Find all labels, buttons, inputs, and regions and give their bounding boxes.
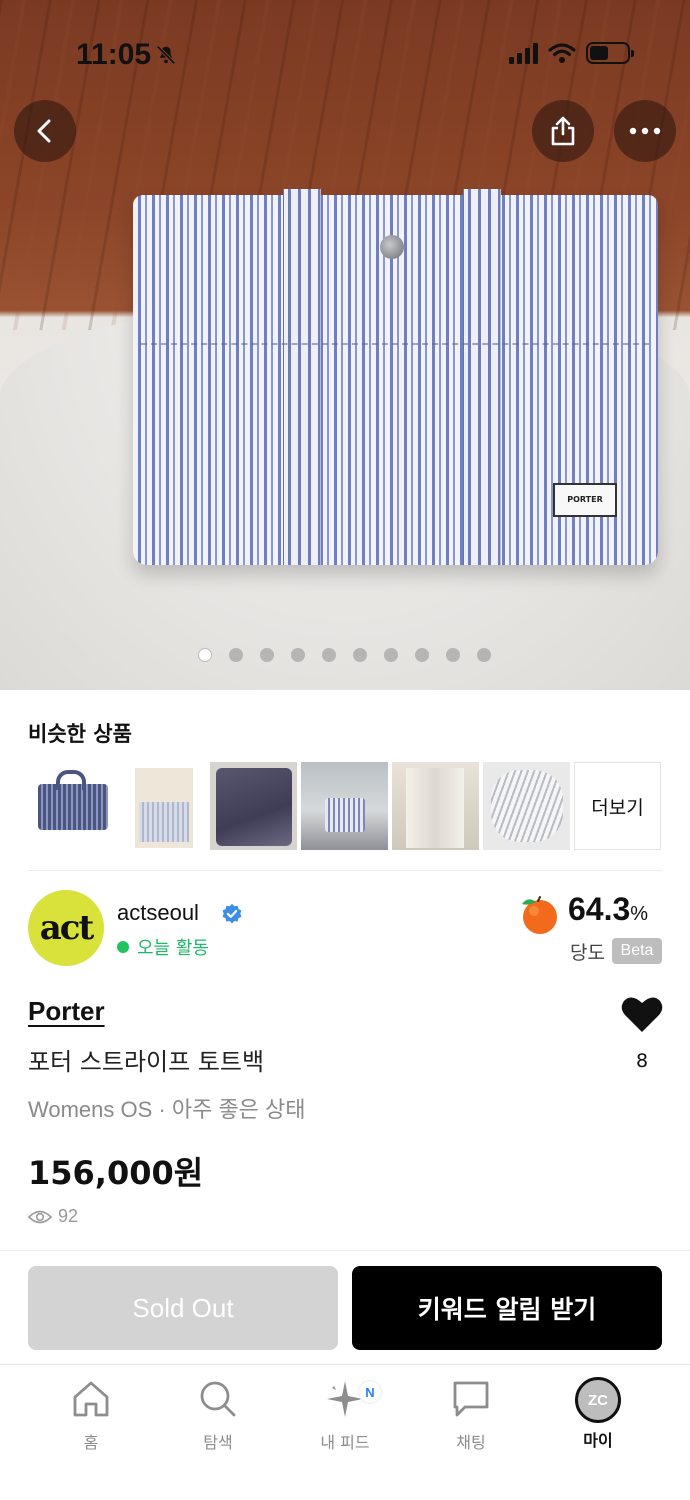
gallery-pagination	[198, 648, 491, 662]
more-dots-icon	[629, 127, 661, 135]
tab-home[interactable]: 홈	[41, 1377, 141, 1453]
like-count: 8	[635, 1050, 649, 1072]
search-icon	[200, 1381, 236, 1417]
similar-product-thumb[interactable]	[483, 762, 570, 850]
cellular-signal-icon	[509, 42, 538, 64]
divider	[0, 1250, 690, 1251]
verified-badge-icon	[222, 903, 242, 924]
divider	[28, 870, 662, 871]
similar-more-button[interactable]: 더보기	[574, 762, 661, 850]
more-options-button[interactable]	[614, 100, 676, 162]
share-icon	[551, 116, 575, 146]
pagination-dot[interactable]	[477, 648, 491, 662]
pagination-dot[interactable]	[384, 648, 398, 662]
similar-products-list: 더보기	[28, 762, 661, 850]
tab-label: 마이	[583, 1431, 613, 1450]
online-dot-icon	[117, 941, 129, 953]
sugar-score-value: 64.3	[568, 891, 631, 927]
tab-label: 탐색	[203, 1433, 233, 1452]
sugar-label: 당도	[570, 942, 605, 964]
view-count: 92	[28, 1206, 78, 1227]
similar-product-thumb[interactable]	[392, 762, 479, 850]
seller-name[interactable]: actseoul	[117, 900, 199, 926]
tab-label: 홈	[83, 1433, 99, 1452]
home-icon	[73, 1381, 109, 1417]
orange-fruit-icon	[522, 896, 557, 934]
pagination-dot[interactable]	[229, 648, 243, 662]
tote-bag-image: PORTER	[133, 189, 658, 565]
heart-icon[interactable]	[620, 994, 664, 1034]
sparkle-icon	[327, 1381, 363, 1417]
back-button[interactable]	[14, 100, 76, 162]
pagination-dot[interactable]	[446, 648, 460, 662]
similar-product-thumb[interactable]	[210, 762, 297, 850]
keyword-alert-button[interactable]: 키워드 알림 받기	[352, 1266, 662, 1350]
pagination-dot[interactable]	[415, 648, 429, 662]
pagination-dot[interactable]	[260, 648, 274, 662]
chevron-left-icon	[37, 119, 51, 143]
sugar-score: 64.3%	[568, 891, 648, 928]
beta-badge: Beta	[612, 938, 662, 964]
tab-my[interactable]: ZC 마이	[548, 1377, 648, 1451]
battery-icon	[586, 42, 634, 64]
view-count-value: 92	[58, 1206, 79, 1226]
bottom-tab-bar: 홈 탐색 N 내 피드 채팅 ZC 마이	[0, 1364, 690, 1500]
bag-strap	[283, 189, 321, 565]
similar-products-title: 비슷한 상품	[28, 722, 132, 746]
seller-activity-label: 오늘 활동	[137, 938, 209, 959]
avatar: ZC	[575, 1377, 621, 1423]
status-time: 11:05	[76, 38, 152, 71]
pagination-dot[interactable]	[353, 648, 367, 662]
share-button[interactable]	[532, 100, 594, 162]
tab-label: 채팅	[456, 1433, 486, 1452]
tab-chat[interactable]: 채팅	[421, 1377, 521, 1453]
sold-out-button[interactable]: Sold Out	[28, 1266, 338, 1350]
bell-off-icon	[156, 45, 176, 65]
similar-product-thumb[interactable]	[119, 762, 206, 850]
status-icons	[509, 42, 634, 64]
product-image-gallery[interactable]: PORTER 11:05	[0, 0, 690, 690]
tab-explore[interactable]: 탐색	[168, 1377, 268, 1453]
new-badge: N	[359, 1381, 381, 1403]
seller-activity-status: 오늘 활동	[117, 934, 209, 960]
chat-icon	[453, 1381, 489, 1417]
bag-strap	[463, 189, 501, 565]
product-title: 포터 스트라이프 토트백	[28, 1048, 265, 1076]
pagination-dot[interactable]	[291, 648, 305, 662]
similar-product-thumb[interactable]	[301, 762, 388, 850]
pagination-dot[interactable]	[322, 648, 336, 662]
tab-label: 내 피드	[320, 1433, 370, 1452]
bag-brand-label: PORTER	[553, 483, 617, 517]
sugar-score-unit: %	[630, 903, 649, 925]
bag-snap-button	[380, 235, 404, 259]
product-condition: Womens OS · 아주 좋은 상태	[28, 1097, 306, 1122]
pagination-dot[interactable]	[198, 648, 212, 662]
similar-product-thumb[interactable]	[28, 762, 115, 850]
tab-my-feed[interactable]: N 내 피드	[295, 1377, 395, 1453]
product-price: 156,000원	[28, 1154, 204, 1192]
wifi-icon	[548, 43, 576, 63]
product-brand-link[interactable]: Porter	[28, 996, 105, 1027]
eye-icon	[28, 1210, 52, 1223]
bag-pocket-stitch	[141, 343, 649, 345]
seller-avatar[interactable]: act	[28, 890, 104, 966]
